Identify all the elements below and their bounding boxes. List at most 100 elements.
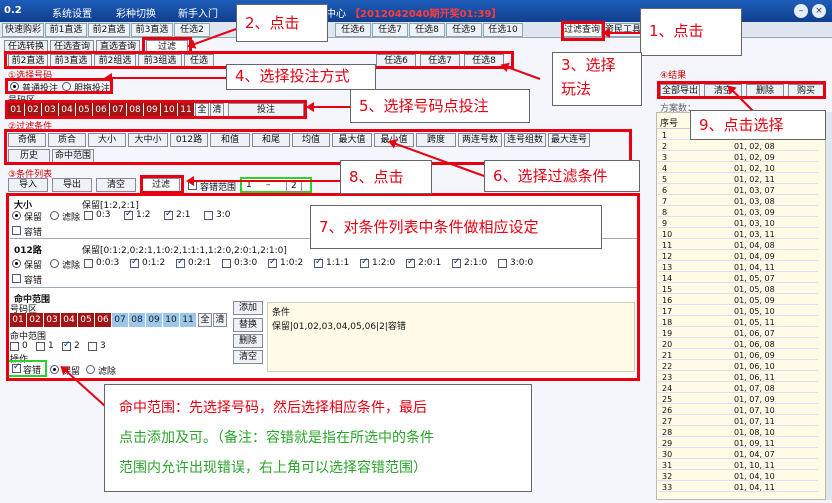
arrow-1 — [604, 32, 640, 34]
tab-front1[interactable]: 前1直选 — [45, 23, 87, 37]
arrow-8 — [188, 180, 340, 182]
result-row[interactable]: 15 01, 05, 08 — [658, 285, 818, 294]
result-index: 13 — [662, 263, 673, 272]
result-row[interactable]: 19 01, 06, 07 — [658, 329, 818, 338]
result-index: 32 — [662, 472, 673, 481]
minimize-icon[interactable]: – — [794, 4, 808, 18]
result-row[interactable]: 7 01, 03, 08 — [658, 197, 818, 206]
result-row[interactable]: 24 01, 07, 08 — [658, 384, 818, 393]
result-numbers: 01, 03, 11 — [734, 230, 775, 239]
result-row[interactable]: 11 01, 04, 08 — [658, 241, 818, 250]
result-row[interactable]: 26 01, 07, 10 — [658, 406, 818, 415]
result-row[interactable]: 31 01, 10, 11 — [658, 461, 818, 470]
result-row[interactable]: 16 01, 05, 09 — [658, 296, 818, 305]
result-numbers: 01, 04, 09 — [734, 252, 775, 261]
result-index: 17 — [662, 307, 673, 316]
tab-any6[interactable]: 任选6 — [335, 23, 371, 37]
result-row[interactable]: 13 01, 04, 11 — [658, 263, 818, 272]
callout-6: 6、选择过滤条件 — [484, 160, 640, 192]
result-index: 22 — [662, 362, 673, 371]
result-numbers: 01, 05, 09 — [734, 296, 775, 305]
result-rows: 1 2 01, 02, 08 3 01, 02, 09 4 01, 02, 10 5 01, 0… — [658, 131, 825, 497]
result-row[interactable]: 12 01, 04, 09 — [658, 252, 818, 261]
import-button[interactable]: 导入 — [8, 178, 48, 192]
result-row[interactable]: 9 01, 03, 10 — [658, 219, 818, 228]
result-numbers: 01, 09, 11 — [734, 439, 775, 448]
result-numbers: 01, 06, 11 — [734, 373, 775, 382]
tab-any2[interactable]: 任选2 — [174, 23, 210, 37]
big-line-3: 范围内允许出现错误，右上角可以选择容错范围） — [119, 460, 427, 476]
result-index: 10 — [662, 230, 673, 239]
result-row[interactable]: 32 01, 04, 10 — [658, 472, 818, 481]
result-numbers: 01, 03, 10 — [734, 219, 775, 228]
result-index: 27 — [662, 417, 673, 426]
result-index: 14 — [662, 274, 673, 283]
result-row[interactable]: 25 01, 07, 09 — [658, 395, 818, 404]
callout-8: 8、点击 — [340, 160, 432, 194]
result-row[interactable]: 18 01, 05, 11 — [658, 318, 818, 327]
menu-settings[interactable]: 系统设置 — [52, 5, 92, 20]
result-row[interactable]: 5 01, 02, 11 — [658, 175, 818, 184]
export-button[interactable]: 导出 — [52, 178, 92, 192]
draw-notice: 【2012042040期开奖01:39】 — [350, 9, 502, 20]
result-index: 33 — [662, 483, 673, 492]
result-numbers: 01, 04, 08 — [734, 241, 775, 250]
result-numbers: 01, 02, 09 — [734, 153, 775, 162]
result-numbers: 01, 04, 11 — [734, 263, 775, 272]
tab-any7[interactable]: 任选7 — [372, 23, 408, 37]
result-index: 7 — [662, 197, 668, 206]
callout-3-line1: 3、选择 — [561, 56, 616, 74]
result-numbers: 01, 05, 10 — [734, 307, 775, 316]
result-index: 31 — [662, 461, 673, 470]
result-row[interactable]: 22 01, 06, 10 — [658, 362, 818, 371]
result-index: 5 — [662, 175, 668, 184]
tab-any10[interactable]: 任选10 — [483, 23, 523, 37]
result-row[interactable]: 17 01, 05, 10 — [658, 307, 818, 316]
arrow-3 — [502, 64, 541, 80]
hl-filter-btn — [140, 175, 184, 194]
close-icon[interactable]: × — [812, 4, 826, 18]
result-index: 21 — [662, 351, 673, 360]
result-row[interactable]: 3 01, 02, 09 — [658, 153, 818, 162]
result-row[interactable]: 20 01, 06, 08 — [658, 340, 818, 349]
result-row[interactable]: 21 01, 06, 09 — [658, 351, 818, 360]
result-numbers: 01, 04, 10 — [734, 472, 775, 481]
result-index: 19 — [662, 329, 673, 338]
result-numbers: 01, 05, 11 — [734, 318, 775, 327]
scrollbar[interactable] — [826, 112, 832, 500]
result-numbers: 01, 02, 08 — [734, 142, 775, 151]
callout-2: 2、点击 — [236, 4, 328, 42]
clear-list-button[interactable]: 清空 — [96, 178, 136, 192]
result-row[interactable]: 4 01, 02, 10 — [658, 164, 818, 173]
result-index: 15 — [662, 285, 673, 294]
result-row[interactable]: 27 01, 07, 11 — [658, 417, 818, 426]
menu-switch[interactable]: 彩种切换 — [116, 5, 156, 20]
result-index: 16 — [662, 296, 673, 305]
tab-any9[interactable]: 任选9 — [446, 23, 482, 37]
result-numbers: 01, 04, 11 — [734, 483, 775, 492]
tab-front2[interactable]: 前2直选 — [88, 23, 130, 37]
menu-guide[interactable]: 新手入门 — [178, 5, 218, 20]
result-row[interactable]: 23 01, 06, 11 — [658, 373, 818, 382]
result-numbers: 01, 07, 09 — [734, 395, 775, 404]
result-row[interactable]: 30 01, 04, 07 — [658, 450, 818, 459]
result-numbers: 01, 05, 08 — [734, 285, 775, 294]
callout-9: 9、点击选择 — [690, 110, 826, 140]
tab-front3[interactable]: 前3直选 — [131, 23, 173, 37]
tab-quick-buy[interactable]: 快速购彩 — [2, 23, 44, 37]
result-row[interactable]: 14 01, 05, 07 — [658, 274, 818, 283]
hl-tab — [561, 21, 605, 41]
tab-any8[interactable]: 任选8 — [409, 23, 445, 37]
result-index: 12 — [662, 252, 673, 261]
result-numbers: 01, 03, 07 — [734, 186, 775, 195]
result-row[interactable]: 10 01, 03, 11 — [658, 230, 818, 239]
result-index: 29 — [662, 439, 673, 448]
result-row[interactable]: 2 01, 02, 08 — [658, 142, 818, 151]
result-numbers: 01, 07, 10 — [734, 406, 775, 415]
result-index: 3 — [662, 153, 668, 162]
result-row[interactable]: 6 01, 03, 07 — [658, 186, 818, 195]
result-row[interactable]: 33 01, 04, 11 — [658, 483, 818, 492]
result-row[interactable]: 8 01, 03, 09 — [658, 208, 818, 217]
result-row[interactable]: 28 01, 08, 10 — [658, 428, 818, 437]
result-row[interactable]: 29 01, 09, 11 — [658, 439, 818, 448]
